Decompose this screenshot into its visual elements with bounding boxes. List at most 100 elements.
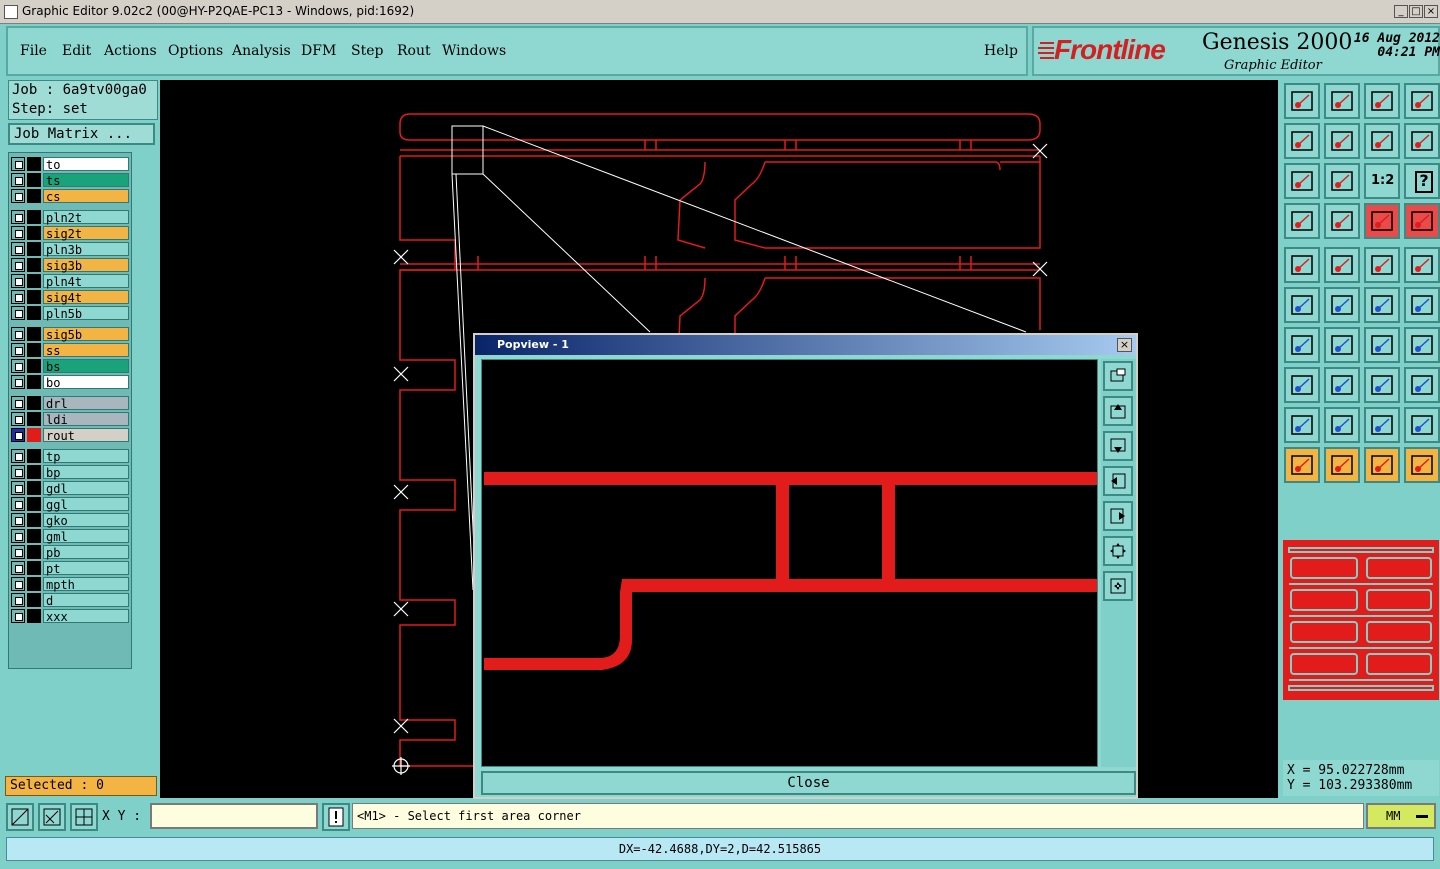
grid-button[interactable] bbox=[70, 803, 98, 831]
menu-analysis[interactable]: Analysis bbox=[232, 43, 291, 59]
menu-options[interactable]: Options bbox=[168, 43, 223, 59]
layer-name[interactable]: sig5b bbox=[43, 327, 129, 342]
layer-checkbox[interactable] bbox=[11, 343, 25, 357]
shapes-button[interactable] bbox=[1404, 367, 1440, 403]
layer-name[interactable]: sig2t bbox=[43, 226, 129, 241]
layer-row-cs[interactable]: cs bbox=[11, 189, 129, 204]
menu-rout[interactable]: Rout bbox=[397, 43, 431, 59]
layer-row-sig2t[interactable]: sig2t bbox=[11, 226, 129, 241]
layer-checkbox[interactable] bbox=[11, 465, 25, 479]
layer-checkbox[interactable] bbox=[11, 274, 25, 288]
layer-color-swatch[interactable] bbox=[27, 375, 41, 389]
layer-row-xxx[interactable]: xxx bbox=[11, 609, 129, 624]
layer-color-swatch[interactable] bbox=[27, 545, 41, 559]
layer-checkbox[interactable] bbox=[11, 593, 25, 607]
layer-row-sig4t[interactable]: sig4t bbox=[11, 290, 129, 305]
layer-checkbox[interactable] bbox=[11, 609, 25, 623]
measure-button[interactable] bbox=[38, 803, 66, 831]
dash-button[interactable] bbox=[1324, 367, 1360, 403]
mirror-button[interactable] bbox=[1404, 123, 1440, 159]
help-button[interactable]: ? bbox=[1404, 163, 1440, 199]
menu-dfm[interactable]: DFM bbox=[301, 43, 336, 59]
layer-name[interactable]: pln3b bbox=[43, 242, 129, 257]
layer-color-swatch[interactable] bbox=[27, 529, 41, 543]
maximize-button[interactable]: □ bbox=[1409, 5, 1423, 18]
layer-name[interactable]: tp bbox=[43, 449, 129, 464]
overview-map[interactable] bbox=[1283, 540, 1439, 700]
layer-name[interactable]: mpth bbox=[43, 577, 129, 592]
triangle-button[interactable] bbox=[1284, 407, 1320, 443]
layer-color-swatch[interactable] bbox=[27, 327, 41, 341]
layer-row-d[interactable]: d bbox=[11, 593, 129, 608]
menu-actions[interactable]: Actions bbox=[104, 43, 157, 59]
layer-name[interactable]: gml bbox=[43, 529, 129, 544]
minimize-button[interactable]: _ bbox=[1394, 5, 1408, 18]
layer-name[interactable]: cs bbox=[43, 189, 129, 204]
layer-checkbox[interactable] bbox=[11, 327, 25, 341]
popview-close-button[interactable]: Close bbox=[481, 771, 1136, 795]
layer-color-swatch[interactable] bbox=[27, 497, 41, 511]
layer-row-pln3b[interactable]: pln3b bbox=[11, 242, 129, 257]
popview-zoom-out-button[interactable] bbox=[1103, 571, 1133, 601]
alert-button[interactable] bbox=[322, 803, 350, 831]
layer-row-sig5b[interactable]: sig5b bbox=[11, 327, 129, 342]
connect-button[interactable] bbox=[1284, 287, 1320, 323]
layer-checkbox[interactable] bbox=[11, 173, 25, 187]
unit-selector[interactable]: MM bbox=[1366, 803, 1436, 829]
arrow-node2-button[interactable] bbox=[1404, 287, 1440, 323]
layer-color-swatch[interactable] bbox=[27, 577, 41, 591]
layer-color-swatch[interactable] bbox=[27, 226, 41, 240]
layer-row-bo[interactable]: bo bbox=[11, 375, 129, 390]
layer-name[interactable]: d bbox=[43, 593, 129, 608]
dot-button[interactable] bbox=[1404, 247, 1440, 283]
layer-checkbox[interactable] bbox=[11, 561, 25, 575]
triangle-outline-button[interactable] bbox=[1364, 407, 1400, 443]
layer-row-mpth[interactable]: mpth bbox=[11, 577, 129, 592]
layer-row-ldi[interactable]: ldi bbox=[11, 412, 129, 427]
menu-step[interactable]: Step bbox=[351, 43, 383, 59]
layer-name[interactable]: ss bbox=[43, 343, 129, 358]
layer-name[interactable]: rout bbox=[43, 428, 129, 443]
snap-button[interactable] bbox=[1284, 203, 1320, 239]
layer-color-swatch[interactable] bbox=[27, 428, 41, 442]
angle-button[interactable] bbox=[1284, 327, 1320, 363]
undo-button[interactable] bbox=[1364, 123, 1400, 159]
layer-color-swatch[interactable] bbox=[27, 258, 41, 272]
move-right-button[interactable] bbox=[1324, 123, 1360, 159]
layer-name[interactable]: gko bbox=[43, 513, 129, 528]
layer-row-gko[interactable]: gko bbox=[11, 513, 129, 528]
layer-row-pln2t[interactable]: pln2t bbox=[11, 210, 129, 225]
popview-pan-left-button[interactable] bbox=[1103, 466, 1133, 496]
layer-color-swatch[interactable] bbox=[27, 157, 41, 171]
resize-button[interactable] bbox=[1364, 367, 1400, 403]
layer-color-swatch[interactable] bbox=[27, 481, 41, 495]
layer-row-ts[interactable]: ts bbox=[11, 173, 129, 188]
layer-name[interactable]: drl bbox=[43, 396, 129, 411]
layer-row-pt[interactable]: pt bbox=[11, 561, 129, 576]
menu-windows[interactable]: Windows bbox=[442, 43, 506, 59]
zoom-area-button[interactable] bbox=[6, 803, 34, 831]
layer-checkbox[interactable] bbox=[11, 189, 25, 203]
menu-file[interactable]: File bbox=[20, 43, 47, 59]
pointer-route-button[interactable] bbox=[1404, 447, 1440, 483]
scale-button[interactable]: 1:2 bbox=[1364, 163, 1400, 199]
layer-checkbox[interactable] bbox=[11, 375, 25, 389]
net-red2-button[interactable] bbox=[1404, 203, 1440, 239]
layer-color-swatch[interactable] bbox=[27, 189, 41, 203]
layer-checkbox[interactable] bbox=[11, 396, 25, 410]
layer-color-swatch[interactable] bbox=[27, 210, 41, 224]
layer-checkbox[interactable] bbox=[11, 428, 25, 442]
layer-row-pln5b[interactable]: pln5b bbox=[11, 306, 129, 321]
xy-input[interactable] bbox=[150, 803, 318, 829]
popview-zoom-in-button[interactable] bbox=[1103, 536, 1133, 566]
layer-color-swatch[interactable] bbox=[27, 449, 41, 463]
layer-color-swatch[interactable] bbox=[27, 593, 41, 607]
zoom-center-button[interactable] bbox=[1324, 163, 1360, 199]
layer-row-ggl[interactable]: ggl bbox=[11, 497, 129, 512]
layer-name[interactable]: pln5b bbox=[43, 306, 129, 321]
layer-color-swatch[interactable] bbox=[27, 561, 41, 575]
job-matrix-button[interactable]: Job Matrix ... bbox=[8, 123, 155, 145]
cross-button[interactable] bbox=[1324, 287, 1360, 323]
layer-checkbox[interactable] bbox=[11, 157, 25, 171]
layer-color-swatch[interactable] bbox=[27, 412, 41, 426]
